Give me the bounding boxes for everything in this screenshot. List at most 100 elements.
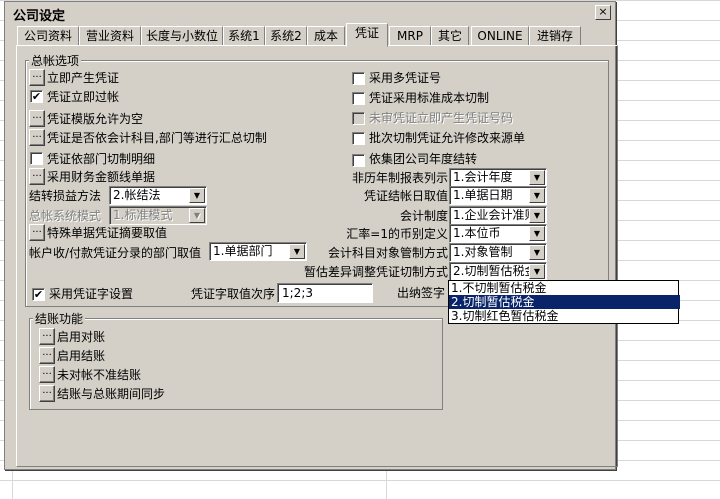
non-calendar-report-value: 1.会计年度 xyxy=(453,170,513,184)
general-ledger-options-legend: 总帐选项 xyxy=(29,52,82,69)
voucher-word-checkbox[interactable]: ✔ xyxy=(32,288,45,301)
tab-voucher[interactable]: 凭证 xyxy=(346,23,388,47)
voucher-post-immediately-checkbox[interactable]: ✔ xyxy=(30,90,43,103)
batch-modify-source-label: 批次切制凭证允许修改来源单 xyxy=(369,131,526,145)
immediate-voucher-label: 立即产生凭证 xyxy=(47,71,120,85)
tab-mrp[interactable]: MRP xyxy=(389,26,431,46)
tab-online[interactable]: ONLINE xyxy=(471,26,529,46)
pl-method-label: 结转损益方法 xyxy=(29,189,102,203)
unapproved-voucher-number-label: 未审凭证立即产生凭证号码 xyxy=(369,111,514,125)
estimate-variance-label: 暂估差异调整凭证切制方式 xyxy=(303,265,448,279)
object-control-select[interactable]: 1.对象管制 ▼ xyxy=(449,243,547,262)
voucher-post-immediately-label: 凭证立即过帐 xyxy=(47,90,120,104)
multi-voucher-number-label: 采用多凭证号 xyxy=(369,71,442,85)
tab-company-info[interactable]: 公司资料 xyxy=(17,26,79,46)
dots-icon: ... xyxy=(32,224,42,235)
close-date-select[interactable]: 1.单据日期 ▼ xyxy=(449,186,547,205)
cashier-sign-label: 出纳签字 xyxy=(397,286,446,300)
dropdown-option[interactable]: 1.不切制暂估税金 xyxy=(449,281,680,295)
object-control-label: 会计科目对象管制方式 xyxy=(327,246,448,260)
close-button[interactable]: × xyxy=(595,5,611,20)
estimate-variance-select[interactable]: 2.切制暂估税金 ▼ xyxy=(449,262,547,281)
dots-icon: ... xyxy=(32,168,42,179)
chevron-down-icon: ▼ xyxy=(529,264,545,279)
estimate-variance-dropdown: 1.不切制暂估税金 2.切制暂估税金 3.切制红色暂估税金 xyxy=(448,280,680,324)
voucher-order-value: 1;2;3 xyxy=(282,286,313,300)
rate-currency-value: 1.本位币 xyxy=(453,226,501,240)
chevron-down-icon: ▼ xyxy=(289,244,305,259)
checkmark-icon: ✔ xyxy=(33,288,44,301)
pl-method-select[interactable]: 2.帐结法 ▼ xyxy=(109,186,207,205)
dots-icon: ... xyxy=(32,110,42,121)
finance-amount-label: 采用财务金额线单据 xyxy=(47,170,156,184)
accounting-system-select[interactable]: 1.企业会计准则 ▼ xyxy=(449,206,547,225)
closing-functions-legend: 结账功能 xyxy=(33,310,86,327)
dots-icon: ... xyxy=(32,129,42,140)
dots-icon: ... xyxy=(42,366,52,377)
dept-detail-checkbox[interactable] xyxy=(30,152,43,165)
dept-value-label: 帐户收/付款凭证分录的部门取值 xyxy=(29,246,202,260)
dialog-title: 公司设定 xyxy=(13,9,66,24)
tab-system1[interactable]: 系统1 xyxy=(223,26,265,46)
tab-length-decimals[interactable]: 长度与小数位 xyxy=(141,26,223,46)
enable-closing-label: 启用结账 xyxy=(57,349,106,363)
estimate-variance-value: 2.切制暂估税金 xyxy=(453,264,537,278)
chevron-down-icon: ▼ xyxy=(189,208,205,223)
ledger-mode-label: 总帐系统模式 xyxy=(29,209,102,223)
unapproved-voucher-number-checkbox xyxy=(352,112,365,125)
ledger-mode-value: 1.标准模式 xyxy=(113,208,173,222)
chevron-down-icon: ▼ xyxy=(529,208,545,223)
dots-icon: ... xyxy=(42,385,52,396)
multi-voucher-number-checkbox[interactable] xyxy=(352,72,365,85)
tab-other[interactable]: 其它 xyxy=(431,26,469,46)
tab-system2[interactable]: 系统2 xyxy=(265,26,307,46)
close-date-label: 凭证结帐日取值 xyxy=(363,189,448,203)
voucher-order-input[interactable]: 1;2;3 xyxy=(277,283,373,303)
chevron-down-icon: ▼ xyxy=(529,170,545,185)
company-settings-dialog: 公司设定 × 公司资料 营业资料 长度与小数位 系统1 系统2 成本 凭证 MR… xyxy=(4,1,618,470)
immediate-voucher-button[interactable]: ... xyxy=(29,69,45,86)
dropdown-option-selected[interactable]: 2.切制暂估税金 xyxy=(449,295,680,309)
standard-cost-label: 凭证采用标准成本切制 xyxy=(369,91,490,105)
enable-reconcile-button[interactable]: ... xyxy=(39,328,55,345)
batch-modify-source-checkbox[interactable] xyxy=(352,132,365,145)
accounting-system-value: 1.企业会计准则 xyxy=(453,208,537,222)
sync-period-button[interactable]: ... xyxy=(39,385,55,402)
finance-amount-button[interactable]: ... xyxy=(29,168,45,185)
no-close-without-reconcile-button[interactable]: ... xyxy=(39,366,55,383)
sync-period-label: 结账与总账期间同步 xyxy=(57,387,166,401)
tab-business-info[interactable]: 营业资料 xyxy=(79,26,141,46)
accounting-system-label: 会计制度 xyxy=(399,209,448,223)
dots-icon: ... xyxy=(32,69,42,80)
chevron-down-icon: ▼ xyxy=(529,245,545,260)
standard-cost-checkbox[interactable] xyxy=(352,92,365,105)
dropdown-option[interactable]: 3.切制红色暂估税金 xyxy=(449,309,680,323)
template-empty-button[interactable]: ... xyxy=(29,110,45,127)
checkmark-icon: ✔ xyxy=(31,90,42,103)
voucher-order-label: 凭证字取值次序 xyxy=(191,287,276,301)
ledger-mode-select: 1.标准模式 ▼ xyxy=(109,206,207,225)
pl-method-value: 2.帐结法 xyxy=(113,188,161,202)
dots-icon: ... xyxy=(42,328,52,339)
tab-cost[interactable]: 成本 xyxy=(307,26,345,46)
group-year-carry-label: 依集团公司年度结转 xyxy=(369,152,478,166)
dots-icon: ... xyxy=(42,347,52,358)
dept-detail-label: 凭证依部门切制明细 xyxy=(47,152,156,166)
rate-currency-select[interactable]: 1.本位币 ▼ xyxy=(449,224,547,243)
voucher-word-label: 采用凭证字设置 xyxy=(49,287,134,301)
group-year-carry-checkbox[interactable] xyxy=(352,154,365,167)
special-summary-button[interactable]: ... xyxy=(29,224,45,241)
title-bar: 公司设定 × xyxy=(5,2,615,24)
dept-value-select[interactable]: 1.单据部门 ▼ xyxy=(209,242,307,261)
enable-closing-button[interactable]: ... xyxy=(39,347,55,364)
special-summary-label: 特殊单据凭证摘要取值 xyxy=(47,226,168,240)
close-date-value: 1.单据日期 xyxy=(453,188,513,202)
template-empty-label: 凭证模版允许为空 xyxy=(47,112,144,126)
chevron-down-icon: ▼ xyxy=(529,188,545,203)
enable-reconcile-label: 启用对账 xyxy=(57,330,106,344)
chevron-down-icon: ▼ xyxy=(189,188,205,203)
non-calendar-report-select[interactable]: 1.会计年度 ▼ xyxy=(449,168,547,187)
tab-inventory[interactable]: 进销存 xyxy=(529,26,581,46)
voucher-summary-button[interactable]: ... xyxy=(29,129,45,146)
dept-value-value: 1.单据部门 xyxy=(213,244,273,258)
